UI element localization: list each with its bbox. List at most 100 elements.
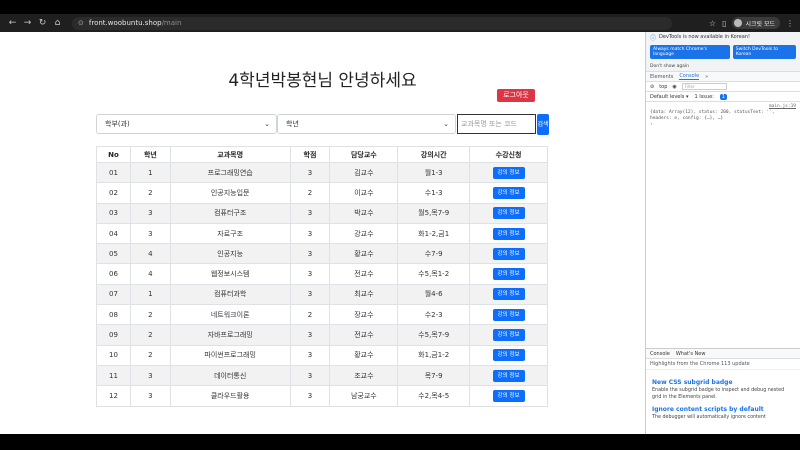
page-title: 4학년박봉현님 안녕하세요 (228, 71, 417, 91)
department-select[interactable]: 학부(과) ⌄ (96, 114, 277, 134)
console-prompt[interactable]: › (650, 122, 796, 128)
table-row: 08 2 네트워크이론 2 장교수 수2-3 강의 정보 (96, 304, 548, 326)
col-header-grade: 학년 (129, 146, 171, 163)
col-header-professor: 담당교수 (329, 146, 399, 163)
site-info-icon[interactable]: ⊙ (78, 19, 84, 27)
whats-new-text: The debugger will automatically ignore c… (652, 415, 766, 420)
cell-credit: 3 (289, 223, 331, 245)
devtools-tabs: Elements Console » (646, 72, 800, 82)
cell-credit: 3 (289, 162, 331, 184)
chevron-down-icon: ⌄ (443, 120, 449, 128)
cell-course: 네트워크이론 (169, 304, 291, 326)
cell-course: 웹정보시스템 (169, 263, 291, 285)
cell-enroll: 강의 정보 (469, 385, 548, 407)
cell-no: 06 (96, 263, 131, 285)
cell-course: 클라우드활용 (169, 385, 291, 407)
table-row: 01 1 프로그래밍연습 3 김교수 월1-3 강의 정보 (96, 162, 548, 184)
cell-enroll: 강의 정보 (469, 243, 548, 265)
course-info-button[interactable]: 강의 정보 (492, 166, 525, 179)
tab-console[interactable]: Console (679, 73, 700, 80)
table-row: 12 3 클라우드활용 3 남궁교수 수2,목4-5 강의 정보 (96, 385, 548, 407)
tab-elements[interactable]: Elements (650, 74, 673, 80)
cell-professor: 이교수 (329, 182, 399, 204)
search-button[interactable]: 검색 (537, 114, 549, 135)
course-info-button[interactable]: 강의 정보 (492, 268, 525, 281)
cell-credit: 2 (289, 304, 331, 326)
whats-new-heading[interactable]: Ignore content scripts by default (652, 406, 795, 413)
drawer-subtitle: Highlights from the Chrome 113 update (646, 359, 800, 370)
cell-grade: 2 (129, 345, 171, 366)
url-path: /main (161, 19, 182, 27)
cell-course: 컴퓨터과학 (169, 284, 291, 306)
eye-icon[interactable]: ◉ (672, 84, 676, 90)
bookmark-star-icon[interactable]: ☆ (709, 19, 716, 28)
cell-no: 08 (96, 304, 131, 326)
whats-new-heading[interactable]: New CSS subgrid badge (652, 379, 795, 386)
cell-no: 04 (96, 223, 131, 245)
cell-course: 인공지능 (169, 243, 291, 265)
notice-text: DevTools is now available in Korean! (659, 34, 750, 40)
back-icon[interactable]: ← (6, 17, 19, 30)
col-header-enroll: 수강신청 (469, 146, 548, 163)
home-icon[interactable]: ⌂ (51, 17, 64, 30)
issues-label[interactable]: 1 Issue: (694, 94, 713, 100)
drawer-tab-whats-new[interactable]: What's New (676, 351, 706, 357)
cell-no: 11 (96, 365, 131, 387)
switch-language-button[interactable]: Switch DevTools to Korean (732, 45, 796, 59)
whats-new-body: New CSS subgrid badge Enable the subgrid… (646, 370, 800, 426)
cell-time: 수2-3 (397, 304, 471, 326)
table-header-row: No 학년 교과목명 학점 담당교수 강의시간 수강신청 (96, 146, 548, 163)
cell-grade: 4 (129, 243, 171, 265)
match-language-button[interactable]: Always match Chrome's language (650, 45, 730, 59)
course-info-button[interactable]: 강의 정보 (492, 308, 525, 321)
cell-course: 자바프로그래밍 (169, 324, 291, 346)
cell-grade: 4 (129, 263, 171, 285)
profile-chip[interactable]: 시크릿 모드 (732, 17, 780, 29)
dont-show-again-link[interactable]: Don't show again (646, 62, 800, 72)
course-search-input[interactable]: 교과목명 또는 코드 (457, 114, 536, 134)
col-header-course: 교과목명 (169, 146, 291, 163)
table-row: 07 1 컴퓨터과학 3 최교수 월4-6 강의 정보 (96, 284, 548, 306)
course-info-button[interactable]: 강의 정보 (492, 288, 525, 301)
course-info-button[interactable]: 강의 정보 (492, 227, 525, 240)
cell-time: 수1-3 (397, 182, 471, 204)
course-info-button[interactable]: 강의 정보 (492, 247, 525, 260)
course-info-button[interactable]: 강의 정보 (492, 186, 525, 199)
console-filter-input[interactable]: Filter (681, 83, 727, 90)
course-info-button[interactable]: 강의 정보 (492, 329, 525, 342)
side-panel-icon[interactable]: ▯ (722, 19, 726, 28)
cell-grade: 1 (129, 162, 171, 184)
course-info-button[interactable]: 강의 정보 (492, 207, 525, 220)
context-select[interactable]: top (659, 84, 667, 90)
info-icon: ⓘ (650, 34, 657, 42)
tab-more[interactable]: » (705, 74, 708, 80)
course-info-button[interactable]: 강의 정보 (492, 349, 525, 362)
cell-enroll: 강의 정보 (469, 162, 548, 184)
table-row: 06 4 웹정보시스템 3 전교수 수5,목1-2 강의 정보 (96, 263, 548, 285)
address-bar[interactable]: ⊙ front.woobuntu.shop /main (72, 16, 672, 30)
cell-professor: 장교수 (329, 304, 399, 326)
kebab-menu-icon[interactable]: ⋮ (786, 19, 794, 28)
cell-no: 09 (96, 324, 131, 346)
cell-grade: 3 (129, 365, 171, 387)
col-header-time: 강의시간 (397, 146, 471, 163)
cell-time: 수5,목1-2 (397, 263, 471, 285)
course-info-button[interactable]: 강의 정보 (492, 369, 525, 382)
drawer-tab-console[interactable]: Console (650, 351, 670, 357)
devtools-panel: ⓘ DevTools is now available in Korean! A… (645, 32, 800, 434)
levels-dropdown[interactable]: Default levels ▾ (650, 94, 688, 100)
cell-grade: 2 (129, 182, 171, 204)
cell-time: 화1,금1-2 (397, 345, 471, 366)
clear-console-icon[interactable]: ⊘ (650, 84, 654, 90)
console-levels-bar: Default levels ▾ 1 Issue: 1 (646, 92, 800, 102)
cell-professor: 황교수 (329, 345, 399, 366)
log-entry[interactable]: {data: Array(12), status: 200, statusTex… (650, 110, 796, 122)
reload-icon[interactable]: ↻ (36, 17, 49, 30)
browser-toolbar: ← → ↻ ⌂ ⊙ front.woobuntu.shop /main ☆ ▯ … (0, 14, 800, 32)
course-info-button[interactable]: 강의 정보 (492, 389, 525, 402)
cell-course: 프로그래밍연습 (169, 162, 291, 184)
forward-icon[interactable]: → (21, 17, 34, 30)
grade-select[interactable]: 학년 ⌄ (277, 114, 456, 134)
logout-button[interactable]: 로그아웃 (497, 89, 535, 102)
issue-count-badge: 1 (719, 93, 728, 100)
